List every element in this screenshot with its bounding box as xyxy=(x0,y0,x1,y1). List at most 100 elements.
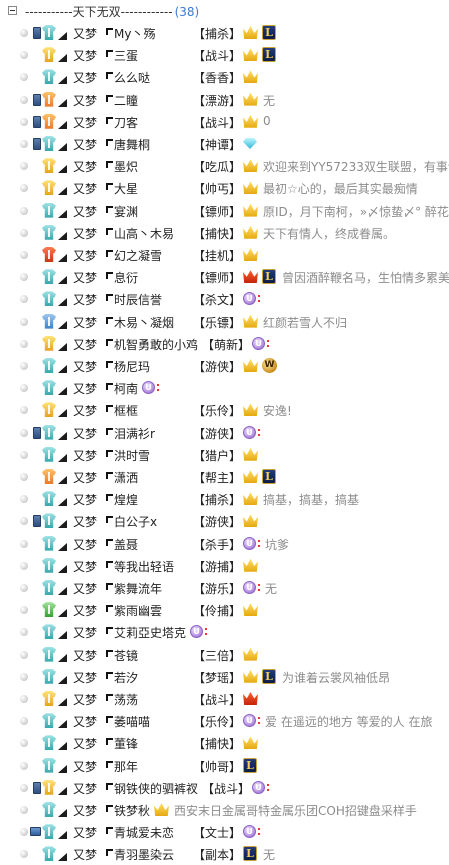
mobile-device-icon xyxy=(33,515,41,528)
contact-row[interactable]: 又梦 白公子x 【游侠】 xyxy=(0,511,449,532)
contact-row[interactable]: 又梦 钢铁侠的驷裤衩 【战斗】 U xyxy=(0,778,449,799)
contact-role: 【萌新】 xyxy=(202,337,251,352)
contact-name[interactable]: 柯南 xyxy=(106,380,138,397)
contact-row[interactable]: 又梦 萎喵喵 【乐伶】 U 爱 在遥远的地方 等爱的人 在旅 xyxy=(0,711,449,732)
contact-row[interactable]: 又梦 艾莉亞史塔克 U xyxy=(0,622,449,643)
contact-row[interactable]: 又梦 柯南 U xyxy=(0,378,449,399)
contact-row[interactable]: 又梦 机智勇敢的小鸡 【萌新】 U xyxy=(0,334,449,355)
contact-row[interactable]: 又梦 刀客 【战斗】 0 xyxy=(0,112,449,133)
contact-row[interactable]: 又梦 木易丶凝烟 【乐镖】 红颜若雪人不归 xyxy=(0,312,449,333)
contact-name[interactable]: 艾莉亞史塔克 xyxy=(106,624,186,641)
contact-row[interactable]: 又梦 紫舞流年 【游乐】 U 无 xyxy=(0,578,449,599)
separator-icon xyxy=(258,582,261,593)
contact-row[interactable]: 又梦 息衍 【镖师】 L 曾因酒醉鞭名马，生怕情多累美 xyxy=(0,267,449,288)
contact-row[interactable]: 又梦 那年 【帅哥】 L xyxy=(0,756,449,777)
contact-name[interactable]: 紫雨幽雲 xyxy=(106,602,162,619)
contact-row[interactable]: 又梦 紫雨幽雲 【伶捕】 xyxy=(0,600,449,621)
contact-group-tag: 又梦 xyxy=(73,648,98,663)
contact-name[interactable]: 董锋 xyxy=(106,735,138,752)
contact-name[interactable]: 盖聂 xyxy=(106,536,138,553)
gold-crown-icon xyxy=(243,669,258,683)
contact-row[interactable]: 又梦 苍镜 【三倍】 xyxy=(0,645,449,666)
contact-row[interactable]: 又梦 青城爱未恋 【文士】 U xyxy=(0,822,449,843)
wow-game-icon: W xyxy=(262,358,277,373)
contact-row[interactable]: 又梦 二瞳 【漂游】 无 xyxy=(0,90,449,111)
contact-row[interactable]: 又梦 My丶殇 【捕杀】 L xyxy=(0,23,449,44)
contact-row[interactable]: 又梦 杨尼玛 【游侠】 W xyxy=(0,356,449,377)
contact-group-tag: 又梦 xyxy=(73,204,98,219)
group-header[interactable]: -----------天下无双------------ (38) xyxy=(0,2,449,22)
contact-name[interactable]: 唐舞桐 xyxy=(106,136,150,153)
contact-name[interactable]: 若汐 xyxy=(106,669,138,686)
contact-name[interactable]: 苍镜 xyxy=(106,647,138,664)
gold-crown-icon xyxy=(243,470,258,483)
contact-role: 【乐镖】 xyxy=(193,315,242,330)
contact-row[interactable]: 又梦 若汐 【梦瑶】 L 为谁着云裳风袖低昂 xyxy=(0,667,449,688)
member-shirt-icon xyxy=(42,557,56,573)
contact-name[interactable]: 时辰信誉 xyxy=(106,291,162,308)
contact-name[interactable]: 紫舞流年 xyxy=(106,580,162,597)
collapse-toggle-icon[interactable] xyxy=(8,6,17,15)
separator-icon xyxy=(258,427,261,438)
gold-crown-icon xyxy=(243,159,258,173)
contact-name[interactable]: 刀客 xyxy=(106,114,138,131)
contact-row[interactable]: 又梦 铁梦秋 西安末日金属哥特金属乐团COH招键盘采样手 xyxy=(0,800,449,821)
contact-role: 【挂机】 xyxy=(193,249,242,263)
contact-name[interactable]: My丶殇 xyxy=(106,25,155,42)
contact-name[interactable]: 泪满衫r xyxy=(106,425,155,442)
contact-row[interactable]: 又梦 宴渊 【镖师】 原ID，月下南柯，»〆惊蛰〆° 醉花 xyxy=(0,201,449,222)
contact-row[interactable]: 又梦 等我出轻语 【游捕】 xyxy=(0,556,449,577)
contact-name[interactable]: 么么哒 xyxy=(106,69,150,86)
contact-name[interactable]: 荡荡 xyxy=(106,691,138,708)
contact-row[interactable]: 又梦 泪满衫r 【游侠】 U xyxy=(0,423,449,444)
contact-name[interactable]: 机智勇敢的小鸡 xyxy=(106,336,198,353)
contact-row[interactable]: 又梦 盖聂 【杀手】 U 坑爹 xyxy=(0,534,449,555)
corner-marker-icon xyxy=(58,54,67,63)
contact-name[interactable]: 墨炽 xyxy=(106,158,138,175)
contact-row[interactable]: 又梦 三蛋 【战斗】 L xyxy=(0,45,449,66)
pc-device-icon xyxy=(30,827,41,837)
contact-row[interactable]: 又梦 幻之凝雪 【挂机】 xyxy=(0,245,449,266)
contact-name[interactable]: 钢铁侠的驷裤衩 xyxy=(106,780,198,797)
gold-crown-icon xyxy=(243,514,258,528)
contact-name[interactable]: 铁梦秋 xyxy=(106,802,150,819)
contact-row[interactable]: 又梦 么么哒 【香香】 xyxy=(0,67,449,88)
contact-name[interactable]: 洪时雪 xyxy=(106,447,150,464)
gold-crown-icon xyxy=(243,26,258,39)
contact-name[interactable]: 煌煌 xyxy=(106,491,138,508)
contact-name[interactable]: 幻之凝雪 xyxy=(106,247,162,264)
status-dot-icon xyxy=(20,428,28,437)
contact-name[interactable]: 那年 xyxy=(106,758,138,775)
contact-name[interactable]: 青城爱未恋 xyxy=(106,824,174,841)
lol-game-icon: L xyxy=(262,668,276,684)
group-title[interactable]: -----------天下无双------------ (38) xyxy=(25,3,199,20)
contact-name[interactable]: 木易丶凝烟 xyxy=(106,314,174,331)
contact-row[interactable]: 又梦 墨炽 【吃瓜】 欢迎来到YY57233双生联盟，有事请 xyxy=(0,156,449,177)
contact-name[interactable]: 二瞳 xyxy=(106,92,138,109)
contact-name[interactable]: 白公子x xyxy=(106,513,157,530)
member-shirt-icon xyxy=(42,735,56,751)
contact-row[interactable]: 又梦 煌煌 【捕杀】 搞基，搞基，搞基 xyxy=(0,489,449,510)
contact-row[interactable]: 又梦 时辰信誉 【杀文】 U xyxy=(0,289,449,310)
contact-name[interactable]: 三蛋 xyxy=(106,47,138,64)
contact-name[interactable]: 山高丶木易 xyxy=(106,225,174,242)
contact-group-tag: 又梦 xyxy=(73,759,98,774)
contact-row[interactable]: 又梦 大星 【帅丐】 最初☆心的，最后其实最痴情 xyxy=(0,178,449,199)
contact-name[interactable]: 萎喵喵 xyxy=(106,713,150,730)
contact-row[interactable]: 又梦 唐舞桐 【神谭】 xyxy=(0,134,449,155)
contact-name[interactable]: 青羽墨染云 xyxy=(106,846,174,863)
contact-name[interactable]: 潇洒 xyxy=(106,469,138,486)
contact-row[interactable]: 又梦 荡荡 【战斗】 xyxy=(0,689,449,710)
contact-row[interactable]: 又梦 框框 【乐伶】 安逸! xyxy=(0,400,449,421)
contact-row[interactable]: 又梦 潇洒 【帮主】 L xyxy=(0,467,449,488)
contact-row[interactable]: 又梦 董锋 【捕快】 xyxy=(0,733,449,754)
contact-row[interactable]: 又梦 山高丶木易 【捕快】 天下有情人，终成眷属。 xyxy=(0,223,449,244)
contact-name[interactable]: 大星 xyxy=(106,180,138,197)
contact-row[interactable]: 又梦 洪时雪 【猎户】 xyxy=(0,445,449,466)
contact-name[interactable]: 框框 xyxy=(106,402,138,419)
contact-name[interactable]: 宴渊 xyxy=(106,203,138,220)
gold-crown-icon xyxy=(243,492,258,506)
contact-name[interactable]: 息衍 xyxy=(106,269,138,286)
contact-name[interactable]: 杨尼玛 xyxy=(106,358,150,375)
contact-name[interactable]: 等我出轻语 xyxy=(106,558,174,575)
